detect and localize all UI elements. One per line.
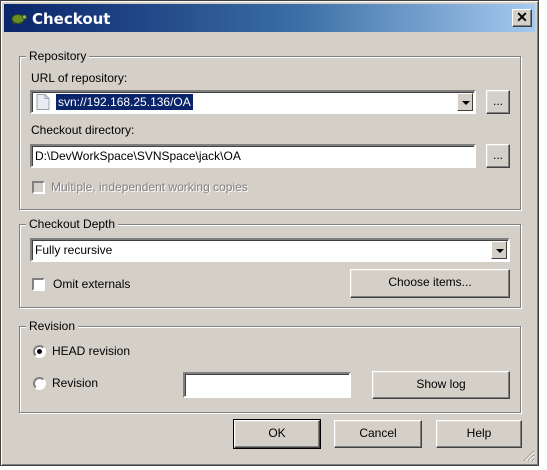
revision-group: Revision HEAD revision Revision Show log — [19, 319, 521, 413]
omit-externals-checkbox[interactable] — [32, 278, 45, 291]
checkout-directory-field[interactable]: D:\DevWorkSpace\SVNSpace\jack\OA — [30, 144, 476, 168]
repository-legend: Repository — [26, 49, 90, 63]
checkout-depth-legend: Checkout Depth — [26, 217, 119, 231]
checkout-directory-label: Checkout directory: — [31, 123, 135, 137]
revision-label: Revision — [52, 376, 99, 390]
multiple-copies-label: Multiple, independent working copies — [51, 180, 248, 194]
checkout-depth-group: Checkout Depth Fully recursive Omit exte… — [19, 217, 521, 308]
cancel-label: Cancel — [359, 426, 397, 440]
depth-combobox[interactable]: Fully recursive — [30, 238, 510, 262]
depth-value: Fully recursive — [35, 243, 113, 257]
choose-items-button[interactable]: Choose items... — [350, 269, 510, 298]
tortoise-icon — [11, 14, 27, 25]
url-label: URL of repository: — [31, 71, 128, 85]
url-value: svn://192.168.25.136/OA — [56, 94, 193, 110]
revision-radio[interactable] — [33, 377, 46, 390]
url-combobox[interactable]: svn://192.168.25.136/OA — [30, 90, 476, 114]
revision-legend: Revision — [26, 319, 79, 333]
url-dropdown-button[interactable] — [457, 93, 473, 111]
checkout-directory-value: D:\DevWorkSpace\SVNSpace\jack\OA — [35, 149, 241, 163]
cancel-button[interactable]: Cancel — [334, 420, 422, 448]
multiple-copies-checkbox[interactable] — [32, 181, 45, 194]
window-title: Checkout — [32, 10, 111, 28]
repository-group: Repository URL of repository: svn://192.… — [19, 49, 521, 210]
close-button[interactable]: ✕ — [512, 9, 532, 27]
help-label: Help — [466, 426, 492, 440]
depth-dropdown-button[interactable] — [491, 241, 507, 259]
url-browse-button[interactable]: ... — [486, 90, 510, 114]
resize-grip-icon[interactable] — [523, 450, 535, 462]
omit-externals-label: Omit externals — [53, 277, 131, 291]
document-icon — [36, 94, 50, 110]
head-revision-label: HEAD revision — [52, 344, 131, 358]
ok-button[interactable]: OK — [233, 419, 321, 449]
help-button[interactable]: Help — [436, 420, 522, 448]
revision-number-field[interactable] — [183, 372, 351, 398]
title-bar[interactable]: Checkout ✕ — [4, 4, 535, 32]
show-log-button[interactable]: Show log — [372, 371, 510, 399]
browse-label: ... — [492, 94, 503, 108]
checkout-dialog: Checkout ✕ Repository URL of repository:… — [0, 0, 539, 466]
head-revision-radio[interactable] — [33, 345, 46, 358]
close-icon: ✕ — [516, 9, 528, 25]
radio-selected-dot — [37, 349, 42, 354]
browse-label: ... — [492, 148, 503, 162]
directory-browse-button[interactable]: ... — [486, 144, 510, 168]
choose-items-label: Choose items... — [388, 275, 472, 289]
ok-label: OK — [268, 426, 286, 440]
show-log-label: Show log — [416, 377, 466, 391]
